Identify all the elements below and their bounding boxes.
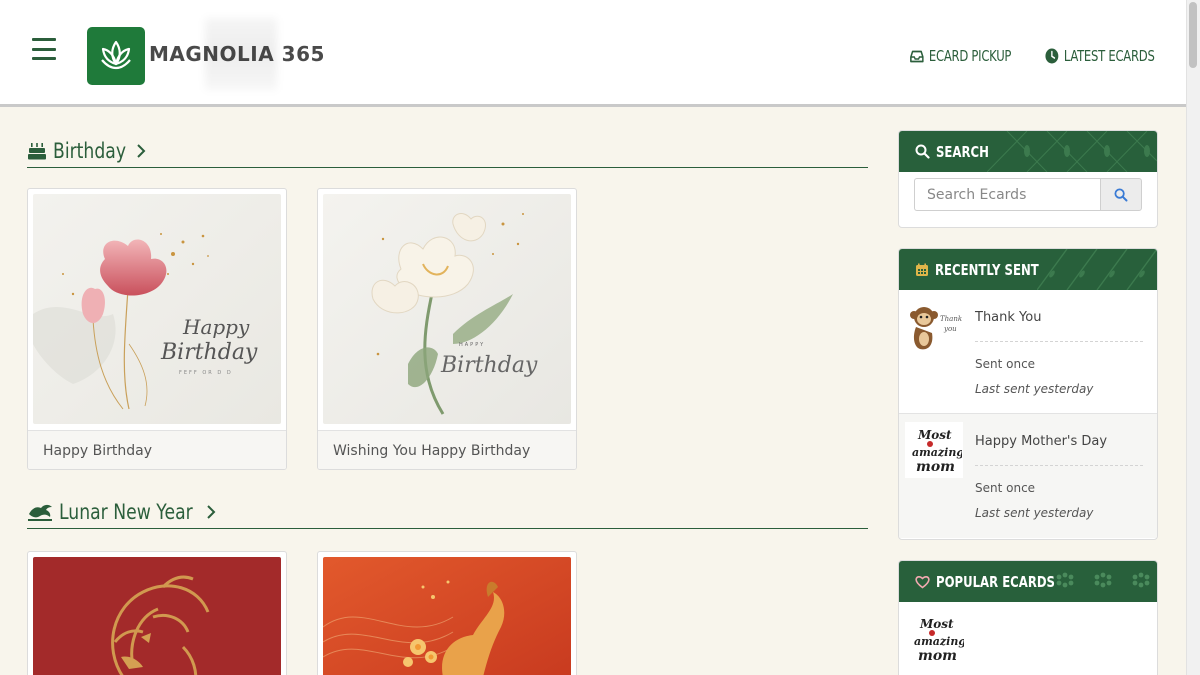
chevron-right-icon: [207, 504, 216, 519]
chevron-right-icon: [137, 143, 146, 158]
latest-ecards-link[interactable]: LATEST ECARDS: [1045, 47, 1155, 65]
search-heading: SEARCH: [936, 142, 989, 161]
svg-text:you: you: [943, 325, 957, 333]
recently-sent-panel: RECENTLY SENT Thank you Thank You Sent o…: [898, 248, 1158, 540]
ecard-pickup-link[interactable]: ECARD PICKUP: [910, 47, 1011, 65]
divider: [975, 341, 1143, 342]
section-title: Lunar New Year: [59, 499, 193, 524]
recent-item-title[interactable]: Happy Mother's Day: [975, 434, 1107, 449]
recently-sent-header: RECENTLY SENT: [899, 249, 1157, 290]
svg-text:mom: mom: [918, 648, 957, 664]
inbox-icon: [910, 50, 924, 62]
recent-item-title[interactable]: Thank You: [975, 310, 1041, 325]
search-form: [914, 178, 1142, 211]
ecard-card[interactable]: [27, 551, 287, 675]
recent-sent-count: Sent once: [975, 481, 1036, 495]
svg-text:Most: Most: [919, 617, 954, 631]
divider: [975, 465, 1143, 466]
popular-ecards-panel: POPULAR ECARDS Most amazing mom: [898, 560, 1158, 675]
ecard-image-tiger[interactable]: [33, 557, 281, 675]
section-heading-birthday[interactable]: Birthday: [27, 134, 868, 168]
site-header: MAGNOLIA 365 ECARD PICKUP LATEST ECARDS: [0, 0, 1186, 107]
ecard-caption[interactable]: Wishing You Happy Birthday: [318, 430, 576, 469]
ecard-image-horse[interactable]: [323, 557, 571, 675]
svg-text:Birthday: Birthday: [440, 353, 538, 378]
pattern-decoration: [1056, 572, 1150, 588]
section-heading-lunar-new-year[interactable]: Lunar New Year: [27, 495, 868, 529]
popular-ecards-heading: POPULAR ECARDS: [936, 572, 1055, 591]
svg-text:Thank: Thank: [940, 315, 962, 323]
section-title: Birthday: [53, 138, 127, 163]
search-panel-header: SEARCH: [899, 131, 1157, 172]
svg-text:amazing: amazing: [914, 635, 964, 648]
ecard-card[interactable]: Happy Birthday FEFF OR D D Happy Birthda…: [27, 188, 287, 470]
search-icon: [1114, 188, 1128, 201]
menu-icon[interactable]: [32, 38, 56, 60]
pattern-decoration: [987, 131, 1157, 172]
svg-text:Birthday: Birthday: [160, 340, 258, 365]
ecard-card[interactable]: [317, 551, 577, 675]
recent-last-sent: Last sent yesterday: [975, 506, 1094, 520]
ecard-pickup-label: ECARD PICKUP: [928, 47, 1012, 65]
search-input[interactable]: [914, 178, 1100, 211]
svg-text:FEFF OR D D: FEFF OR D D: [179, 370, 233, 376]
header-shadow: [205, 18, 277, 90]
scrollbar-thumb[interactable]: [1189, 2, 1197, 68]
recent-last-sent: Last sent yesterday: [975, 382, 1094, 396]
latest-ecards-label: LATEST ECARDS: [1063, 47, 1155, 65]
recent-thumbnail-mothers-day[interactable]: Most amazing mom: [905, 422, 963, 478]
svg-text:Most: Most: [917, 428, 952, 442]
search-button[interactable]: [1100, 178, 1142, 211]
recent-item[interactable]: Thank you Thank You Sent once Last sent …: [899, 290, 1157, 414]
ecard-image-white-tulip[interactable]: HAPPY Birthday: [323, 194, 571, 424]
svg-text:amazing: amazing: [912, 446, 962, 459]
popular-thumbnail-mothers-day[interactable]: Most amazing mom: [907, 611, 965, 667]
ecard-caption[interactable]: Happy Birthday: [28, 430, 286, 469]
clock-icon: [1045, 48, 1059, 64]
page-scrollbar[interactable]: [1186, 0, 1200, 675]
ecard-card[interactable]: HAPPY Birthday Wishing You Happy Birthda…: [317, 188, 577, 470]
pattern-decoration: [1037, 249, 1157, 290]
svg-text:HAPPY: HAPPY: [459, 342, 485, 348]
recent-thumbnail-monkey[interactable]: Thank you: [905, 298, 963, 354]
recent-sent-count: Sent once: [975, 357, 1036, 371]
calendar-icon: [916, 263, 928, 276]
search-panel: SEARCH: [898, 130, 1158, 228]
heart-icon: [915, 575, 930, 588]
ecard-image-pink-tulip[interactable]: Happy Birthday FEFF OR D D: [33, 194, 281, 424]
recently-sent-heading: RECENTLY SENT: [935, 260, 1039, 279]
recent-item[interactable]: Most amazing mom Happy Mother's Day Sent…: [899, 414, 1157, 538]
svg-text:mom: mom: [916, 459, 955, 475]
popular-ecards-header: POPULAR ECARDS: [899, 561, 1157, 602]
svg-text:Happy: Happy: [182, 315, 250, 339]
dragon-icon: [28, 504, 52, 521]
lotus-icon[interactable]: [87, 27, 145, 85]
search-icon: [915, 144, 930, 159]
cake-icon: [28, 142, 46, 159]
